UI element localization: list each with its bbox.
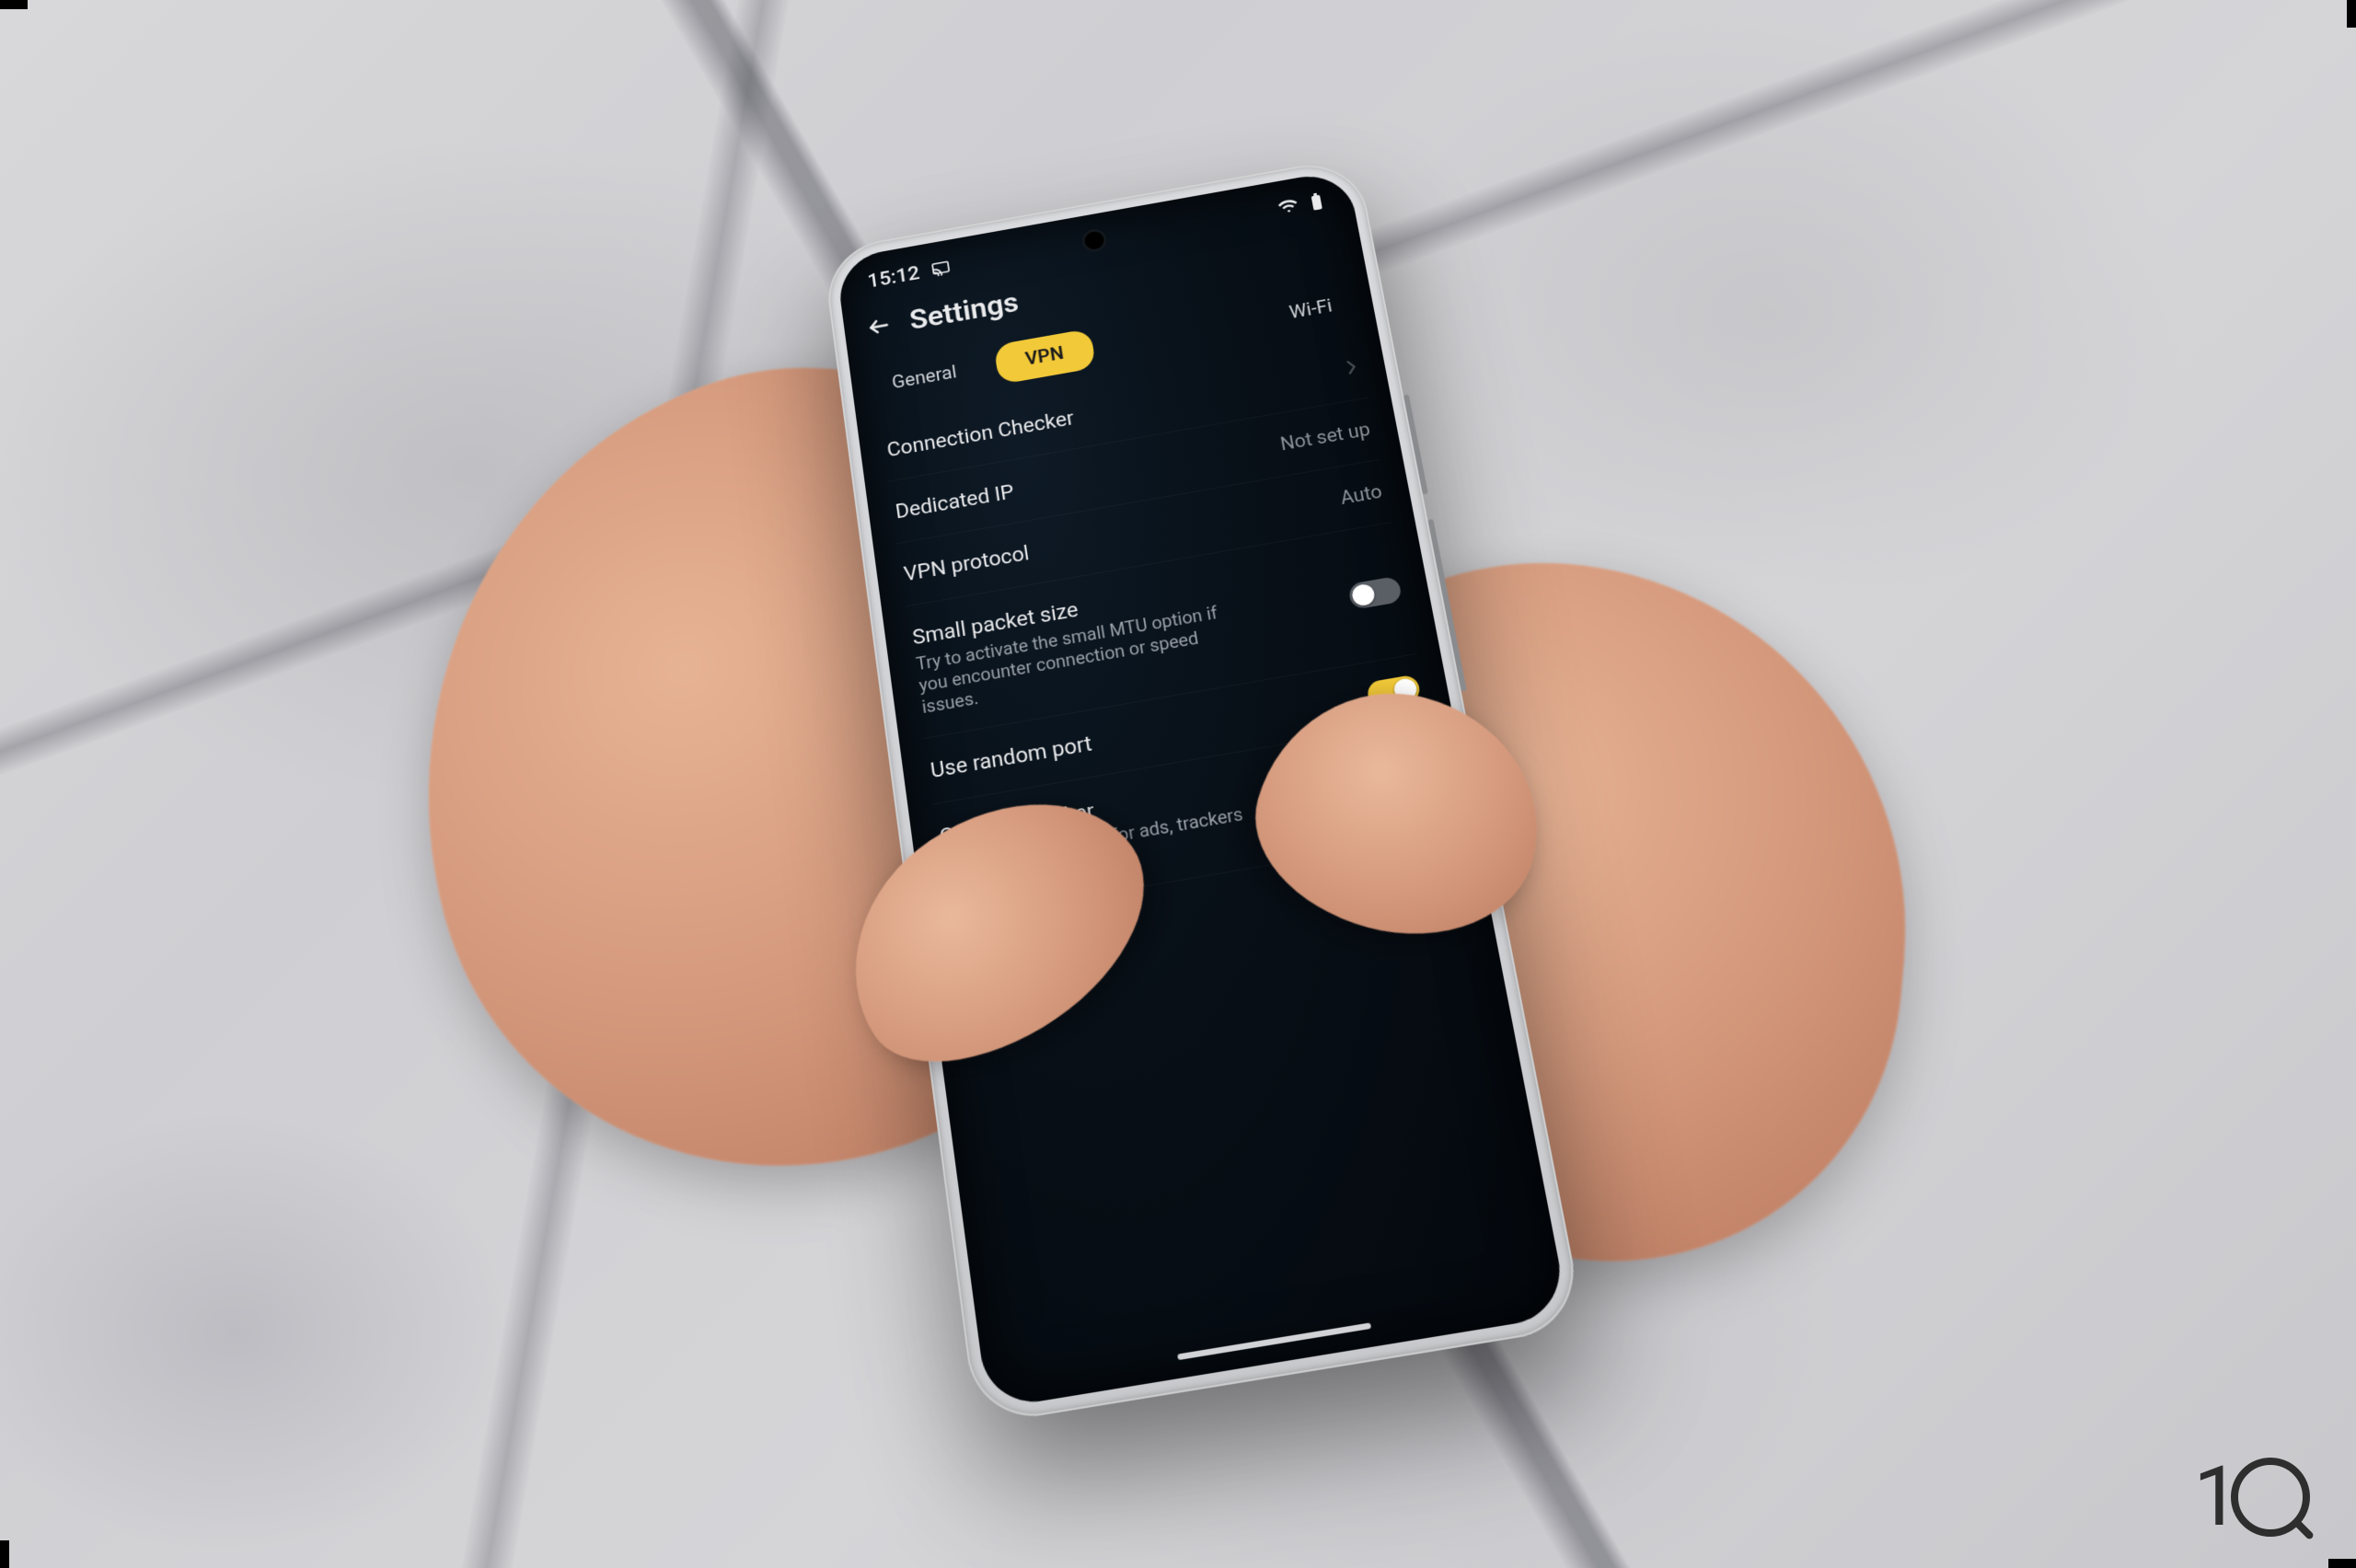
frame-corner [0, 1540, 9, 1568]
cast-icon [930, 259, 952, 277]
page-title: Settings [907, 286, 1021, 337]
frame-corner [2328, 1559, 2356, 1568]
home-indicator[interactable] [1177, 1322, 1371, 1360]
chevron-right-icon [1344, 357, 1360, 380]
watermark-credit: 1 [2193, 1448, 2310, 1545]
wifi-icon [1276, 198, 1299, 215]
row-value: Auto [1339, 481, 1384, 509]
status-time: 15:12 [866, 261, 921, 293]
watermark-digit: 1 [2193, 1448, 2235, 1545]
back-icon[interactable] [865, 313, 892, 340]
toggle-small-packet[interactable] [1347, 575, 1403, 609]
battery-icon [1309, 192, 1324, 212]
magnifier-icon [2231, 1458, 2310, 1537]
frame-corner [2347, 0, 2356, 28]
frame-corner [0, 0, 28, 9]
row-value: Not set up [1278, 419, 1371, 455]
